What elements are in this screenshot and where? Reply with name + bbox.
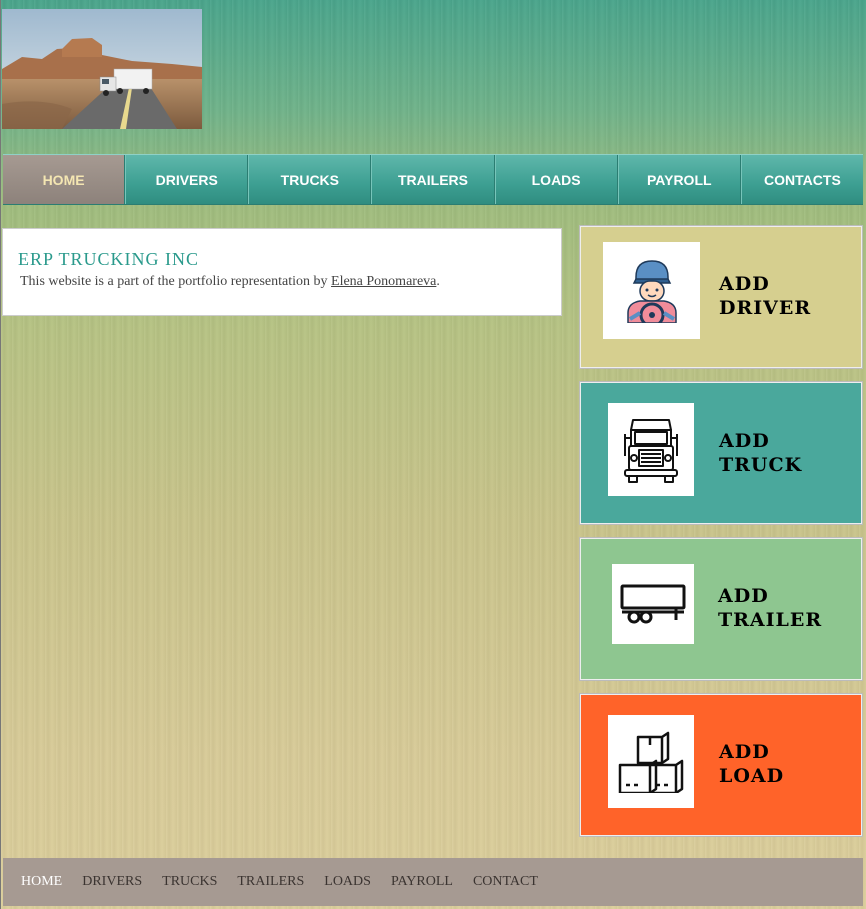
add-load-tile[interactable]: ADD LOAD: [579, 693, 863, 837]
nav-item-contacts[interactable]: CONTACTS: [740, 155, 863, 204]
nav-item-trucks[interactable]: TRUCKS: [248, 155, 372, 204]
truck-icon: [624, 418, 678, 483]
portfolio-note-text: This website is a part of the portfolio …: [20, 274, 332, 289]
footer-link-payroll[interactable]: PAYROLL: [391, 874, 453, 890]
add-trailer-label-line1: ADD: [718, 585, 769, 607]
add-driver-label-line1: ADD: [719, 273, 770, 295]
nav-item-loads[interactable]: LOADS: [494, 155, 618, 204]
author-link[interactable]: Elena Ponomareva: [331, 274, 436, 289]
truck-icon-box: [608, 403, 694, 496]
footer-link-trucks[interactable]: TRUCKS: [162, 874, 217, 890]
nav-item-home[interactable]: HOME: [3, 155, 126, 204]
add-truck-label-line2: TRUCK: [719, 454, 803, 476]
add-trailer-tile[interactable]: ADD TRAILER: [579, 537, 863, 681]
footer-link-loads[interactable]: LOADS: [324, 874, 371, 890]
add-trailer-label-line2: TRAILER: [718, 609, 823, 631]
main-nav: HOME DRIVERS TRUCKS TRAILERS LOADS PAYRO…: [3, 154, 863, 205]
boxes-icon: [618, 731, 684, 793]
footer-nav: HOME DRIVERS TRUCKS TRAILERS LOADS PAYRO…: [3, 858, 863, 906]
header-truck-photo: [2, 9, 202, 129]
footer-link-contact[interactable]: CONTACT: [473, 874, 538, 890]
add-load-label-line2: LOAD: [719, 765, 785, 787]
trailer-icon-box: [612, 564, 694, 644]
nav-item-trailers[interactable]: TRAILERS: [371, 155, 495, 204]
add-driver-label-line2: DRIVER: [719, 297, 812, 319]
add-truck-tile[interactable]: ADD TRUCK: [579, 381, 863, 525]
add-load-label: ADD LOAD: [719, 740, 784, 788]
footer-link-drivers[interactable]: DRIVERS: [82, 874, 142, 890]
driver-icon: [626, 259, 677, 323]
nav-item-payroll[interactable]: PAYROLL: [617, 155, 741, 204]
add-truck-label-line1: ADD: [719, 430, 770, 452]
boxes-icon-box: [608, 715, 694, 808]
portfolio-note: This website is a part of the portfolio …: [20, 274, 440, 290]
add-driver-label: ADD DRIVER: [719, 272, 811, 320]
add-load-label-line1: ADD: [719, 741, 770, 763]
footer-link-trailers[interactable]: TRAILERS: [237, 874, 304, 890]
nav-item-drivers[interactable]: DRIVERS: [125, 155, 249, 204]
add-driver-tile[interactable]: ADD DRIVER: [579, 225, 863, 369]
driver-icon-box: [603, 242, 700, 339]
company-info-card: ERP TRUCKING INC This website is a part …: [2, 228, 562, 316]
add-truck-label: ADD TRUCK: [719, 429, 802, 477]
footer-link-home[interactable]: HOME: [21, 874, 62, 890]
portfolio-note-end: .: [436, 274, 440, 289]
company-title: ERP TRUCKING INC: [18, 249, 200, 269]
add-trailer-label: ADD TRAILER: [718, 584, 822, 632]
trailer-icon: [620, 584, 686, 624]
